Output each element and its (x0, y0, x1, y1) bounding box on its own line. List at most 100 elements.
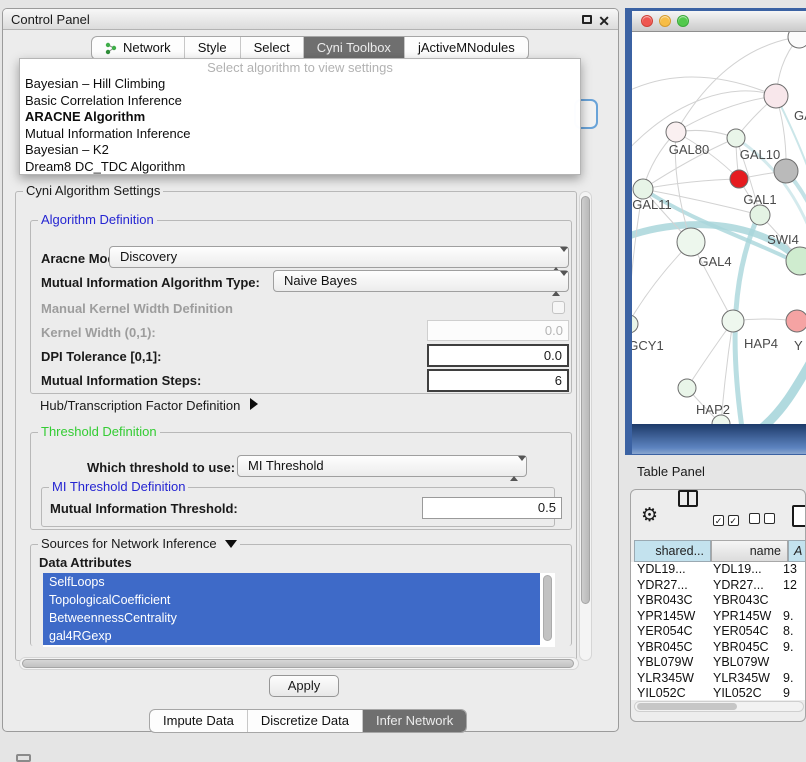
network-node[interactable] (786, 310, 806, 332)
close-icon[interactable]: ✕ (598, 13, 610, 30)
mi-steps-input[interactable]: 6 (427, 369, 569, 392)
table-row[interactable]: YBR045CYBR045C9. (631, 640, 806, 656)
zoom-traffic-light-icon[interactable] (677, 15, 689, 27)
mi-type-select[interactable]: Naive Bayes (273, 270, 569, 292)
document-icon[interactable] (792, 505, 806, 527)
table-row[interactable]: YDR27...YDR27...12 (631, 578, 806, 594)
control-panel-titlebar[interactable]: Control Panel ✕ (3, 9, 618, 30)
node-label: GAL1 (743, 192, 776, 207)
tab-impute-data[interactable]: Impute Data (150, 710, 247, 732)
cell-shared: YIL052C (637, 686, 686, 700)
node-label: GAL (794, 108, 806, 123)
mi-steps-label: Mutual Information Steps: (41, 373, 201, 388)
network-node[interactable] (788, 32, 806, 48)
settings-vertical-scrollbar[interactable] (579, 191, 592, 661)
attributes-scrollbar[interactable] (543, 575, 552, 641)
table-body[interactable]: YDL19...YDL19...13 YDR27...YDR27...12 YB… (631, 562, 806, 700)
algorithm-option[interactable]: Dream8 DC_TDC Algorithm (20, 159, 580, 176)
algorithm-option-selected[interactable]: ARACNE Algorithm (20, 109, 580, 126)
kernel-width-label: Kernel Width (0,1): (41, 325, 156, 340)
dpi-tolerance-input[interactable]: 0.0 (427, 344, 569, 367)
settings-vertical-scrollbar-thumb[interactable] (581, 196, 590, 604)
sources-title-row[interactable]: Sources for Network Inference (38, 536, 240, 551)
attribute-item-selected[interactable]: BetweennessCentrality (43, 609, 540, 627)
network-window-titlebar[interactable] (632, 11, 806, 32)
show-checked-columns-icon[interactable]: ✓ ✓ (713, 512, 739, 527)
tab-select[interactable]: Select (240, 37, 303, 59)
column-header-shared-name[interactable]: shared... (634, 540, 711, 562)
cell-name: YPR145W (713, 609, 771, 625)
attribute-item-selected[interactable]: TopologicalCoefficient (43, 591, 540, 609)
table-horizontal-scrollbar-thumb[interactable] (637, 703, 737, 710)
stepper-icon (552, 250, 561, 270)
algorithm-option[interactable]: Mutual Information Inference (20, 126, 580, 143)
network-node[interactable] (632, 315, 638, 333)
network-node[interactable] (677, 228, 705, 256)
network-node[interactable] (633, 179, 653, 199)
node-label: Y (794, 338, 803, 353)
node-label: GCY1 (632, 338, 664, 353)
collapse-down-icon (225, 540, 237, 548)
network-node[interactable] (678, 379, 696, 397)
table-row[interactable]: YLR345WYLR345W9. (631, 671, 806, 687)
mi-threshold-input[interactable]: 0.5 (422, 497, 562, 519)
settings-horizontal-scrollbar[interactable] (19, 657, 579, 670)
split-columns-icon[interactable] (678, 490, 698, 507)
aracne-mode-select[interactable]: Discovery (109, 246, 569, 268)
float-window-icon[interactable] (582, 15, 592, 24)
hub-factor-expander[interactable]: Hub/Transcription Factor Definition (40, 398, 258, 413)
algorithm-option[interactable]: Basic Correlation Inference (20, 93, 580, 110)
algorithm-option[interactable]: Bayesian – Hill Climbing (20, 76, 580, 93)
apply-button[interactable]: Apply (269, 675, 339, 697)
node-label: HAP4 (744, 336, 778, 351)
tab-discretize-data[interactable]: Discretize Data (247, 710, 362, 732)
tab-jactivemnodules[interactable]: jActiveMNodules (404, 37, 528, 59)
kernel-width-input[interactable]: 0.0 (427, 320, 569, 341)
network-node[interactable] (722, 310, 744, 332)
table-row[interactable]: YDL19...YDL19...13 (631, 562, 806, 578)
table-panel-title: Table Panel (637, 464, 705, 479)
tab-network[interactable]: Network (92, 37, 184, 59)
manual-kernel-checkbox[interactable] (552, 301, 565, 314)
minimize-traffic-light-icon[interactable] (659, 15, 671, 27)
cell-value: 8. (783, 624, 793, 640)
network-node[interactable] (727, 129, 745, 147)
table-row[interactable]: YBR043CYBR043C (631, 593, 806, 609)
gear-icon[interactable]: ⚙ (641, 506, 658, 525)
algorithm-placeholder: Select algorithm to view settings (20, 59, 580, 76)
close-traffic-light-icon[interactable] (641, 15, 653, 27)
tab-cyni-toolbox[interactable]: Cyni Toolbox (303, 37, 404, 59)
settings-horizontal-scrollbar-thumb[interactable] (22, 659, 574, 668)
node-label: GAL10 (740, 147, 780, 162)
hide-unchecked-columns-icon[interactable] (749, 512, 775, 527)
table-row[interactable]: YER054CYER054C8. (631, 624, 806, 640)
cell-name: YBR045C (713, 640, 769, 656)
cell-shared: YBR043C (637, 593, 693, 609)
column-header-partial[interactable]: A (788, 540, 806, 562)
table-header-row: shared... name A (631, 540, 806, 562)
attribute-item-selected[interactable]: SelfLoops (43, 573, 540, 591)
network-canvas[interactable]: GAL GAL80 GAL10 GAL1 GAL11 SWI4 GAL4 GCY… (632, 32, 806, 424)
tab-infer-network[interactable]: Infer Network (362, 710, 466, 732)
network-node[interactable] (764, 84, 788, 108)
table-row[interactable]: YIL052CYIL052C9 (631, 686, 806, 700)
table-horizontal-scrollbar[interactable] (634, 701, 804, 712)
cell-shared: YER054C (637, 624, 693, 640)
which-threshold-select[interactable]: MI Threshold (237, 455, 527, 477)
minimized-window-icon[interactable] (16, 754, 31, 762)
column-header-name[interactable]: name (711, 540, 788, 562)
network-node[interactable] (666, 122, 686, 142)
data-attributes-list[interactable]: SelfLoops TopologicalCoefficient Between… (43, 573, 555, 647)
cell-shared: YLR345W (637, 671, 694, 687)
cell-name: YLR345W (713, 671, 770, 687)
attribute-item-selected[interactable]: gal4RGexp (43, 627, 540, 645)
table-row[interactable]: YBL079WYBL079W (631, 655, 806, 671)
network-node[interactable] (750, 205, 770, 225)
tab-style[interactable]: Style (184, 37, 240, 59)
network-node[interactable] (774, 159, 798, 183)
network-view-window: GAL GAL80 GAL10 GAL1 GAL11 SWI4 GAL4 GCY… (625, 8, 806, 455)
network-node-selected[interactable] (730, 170, 748, 188)
table-row[interactable]: YPR145WYPR145W9. (631, 609, 806, 625)
algorithm-option[interactable]: Bayesian – K2 (20, 142, 580, 159)
algorithm-definition-title: Algorithm Definition (38, 212, 157, 227)
